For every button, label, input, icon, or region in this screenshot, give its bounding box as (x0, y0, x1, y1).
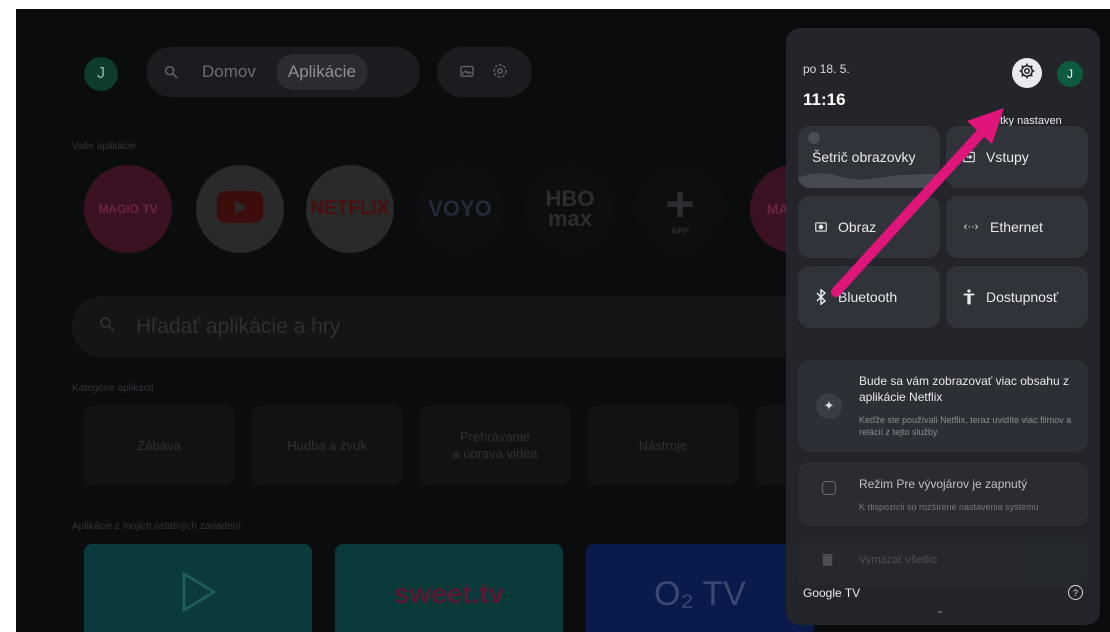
search-placeholder: Hľadať aplikácie a hry (136, 315, 341, 338)
tile-inputs[interactable]: Vstupy (946, 126, 1088, 188)
all-settings-gear-button[interactable] (1012, 58, 1042, 88)
panel-date: po 18. 5. (803, 62, 850, 76)
notification-netflix-title: Bude sa vám zobrazovať viac obsahu z apl… (859, 374, 1069, 404)
profile-initial: J (97, 65, 105, 82)
tv-screen: J Domov Aplikácie Vaše aplikácie MAGIO T… (16, 9, 1110, 632)
app-add[interactable]: + APP (636, 165, 724, 253)
app-hbo-label: HBO max (545, 186, 595, 231)
tile-ethernet[interactable]: ‹··› Ethernet (946, 196, 1088, 258)
play-outline-icon (178, 570, 218, 619)
help-icon[interactable]: ? (1068, 585, 1083, 600)
app-voyo[interactable]: VOYO (416, 165, 504, 253)
nav-tab-apps[interactable]: Aplikácie (275, 54, 368, 90)
sweettv-logo: sweet.tv (393, 578, 505, 609)
accessibility-icon (960, 288, 978, 306)
notification-developer[interactable]: Režim Pre vývojárov je zapnutý K dispozí… (798, 462, 1088, 526)
tile-screensaver[interactable]: Šetrič obrazovky (798, 126, 940, 188)
profile-avatar[interactable]: J (84, 57, 118, 91)
top-nav: Domov Aplikácie (146, 47, 420, 97)
apps-section-label: Vaše aplikácie (72, 141, 136, 152)
device-app-tile-play[interactable] (84, 544, 312, 632)
screensaver-dot-icon (808, 132, 820, 144)
bluetooth-tile-label: Bluetooth (838, 289, 898, 305)
clear-all-button[interactable]: Vymazať všetko (798, 537, 1088, 587)
ethernet-tile-label: Ethernet (990, 219, 1043, 235)
inputs-tile-label: Vstupy (986, 149, 1029, 165)
developer-icon (822, 481, 836, 495)
clear-all-label: Vymazať všetko (859, 554, 938, 566)
sparkle-icon: ✦ (816, 393, 842, 419)
tile-bluetooth[interactable]: Bluetooth (798, 266, 940, 328)
bluetooth-icon (812, 288, 830, 306)
panel-avatar[interactable]: J (1057, 61, 1083, 87)
app-hbo-max[interactable]: HBO max (526, 165, 614, 253)
plus-icon: + (665, 176, 695, 232)
tile-picture[interactable]: Obraz (798, 196, 940, 258)
category-video[interactable]: Prehrávanie a úprava videa (420, 406, 570, 486)
device-app-tile-o2tv[interactable]: O₂ TV (586, 544, 814, 632)
photo-frame-icon[interactable] (458, 62, 478, 82)
notification-netflix[interactable]: ✦ Bude sa vám zobrazovať viac obsahu z a… (798, 360, 1088, 452)
category-entertainment[interactable]: Zábava (84, 406, 234, 486)
chevron-down-icon[interactable]: ⌄ (936, 605, 944, 616)
settings-icon[interactable] (491, 62, 511, 82)
notification-developer-subtitle: K dispozícii sú rozšírené nastavenia sys… (859, 502, 1039, 512)
picture-icon (812, 218, 830, 236)
app-magio-tv[interactable]: MAGIO TV (84, 165, 172, 253)
search-icon[interactable] (160, 61, 182, 83)
app-magio-label: MAGIO TV (98, 202, 158, 216)
nav-tab-home[interactable]: Domov (190, 54, 268, 90)
screensaver-wave-icon (798, 173, 940, 188)
input-icon (960, 148, 978, 166)
search-apps-field[interactable]: Hľadať aplikácie a hry (72, 296, 832, 358)
o2tv-logo: O₂ TV (654, 574, 746, 613)
ethernet-icon: ‹··› (963, 221, 979, 233)
app-add-label: APP (670, 226, 690, 236)
app-netflix[interactable]: NETFLIX (306, 165, 394, 253)
google-tv-brand: Google TV (803, 586, 861, 600)
accessibility-tile-label: Dostupnosť (986, 289, 1059, 305)
picture-tile-label: Obraz (838, 219, 877, 235)
quick-settings-panel: po 18. 5. 11:16 J Všetky nastaven Šetrič… (786, 28, 1100, 625)
categories-section-label: Kategórie aplikácií (72, 383, 154, 394)
nav-icons (437, 47, 532, 97)
app-netflix-label: NETFLIX (310, 198, 390, 219)
panel-avatar-initial: J (1067, 67, 1073, 81)
search-icon (98, 315, 116, 339)
notification-developer-title: Režim Pre vývojárov je zapnutý (859, 477, 1028, 491)
app-voyo-label: VOYO (428, 196, 492, 221)
gear-icon (1018, 62, 1036, 85)
notification-netflix-subtitle: Keďže ste používali Netflix, teraz uvidí… (859, 415, 1072, 438)
category-tools[interactable]: Nástroje (588, 406, 738, 486)
other-devices-section-label: Aplikácie z mojich ostatných zariadení (72, 521, 241, 532)
play-icon (217, 190, 263, 228)
panel-time: 11:16 (803, 90, 846, 109)
device-app-tile-sweettv[interactable]: sweet.tv (335, 544, 563, 632)
screensaver-tile-label: Šetrič obrazovky (812, 149, 916, 165)
category-music[interactable]: Hudba a zvuk (252, 406, 402, 486)
trash-icon (822, 553, 833, 571)
app-youtube[interactable] (196, 165, 284, 253)
tile-accessibility[interactable]: Dostupnosť (946, 266, 1088, 328)
